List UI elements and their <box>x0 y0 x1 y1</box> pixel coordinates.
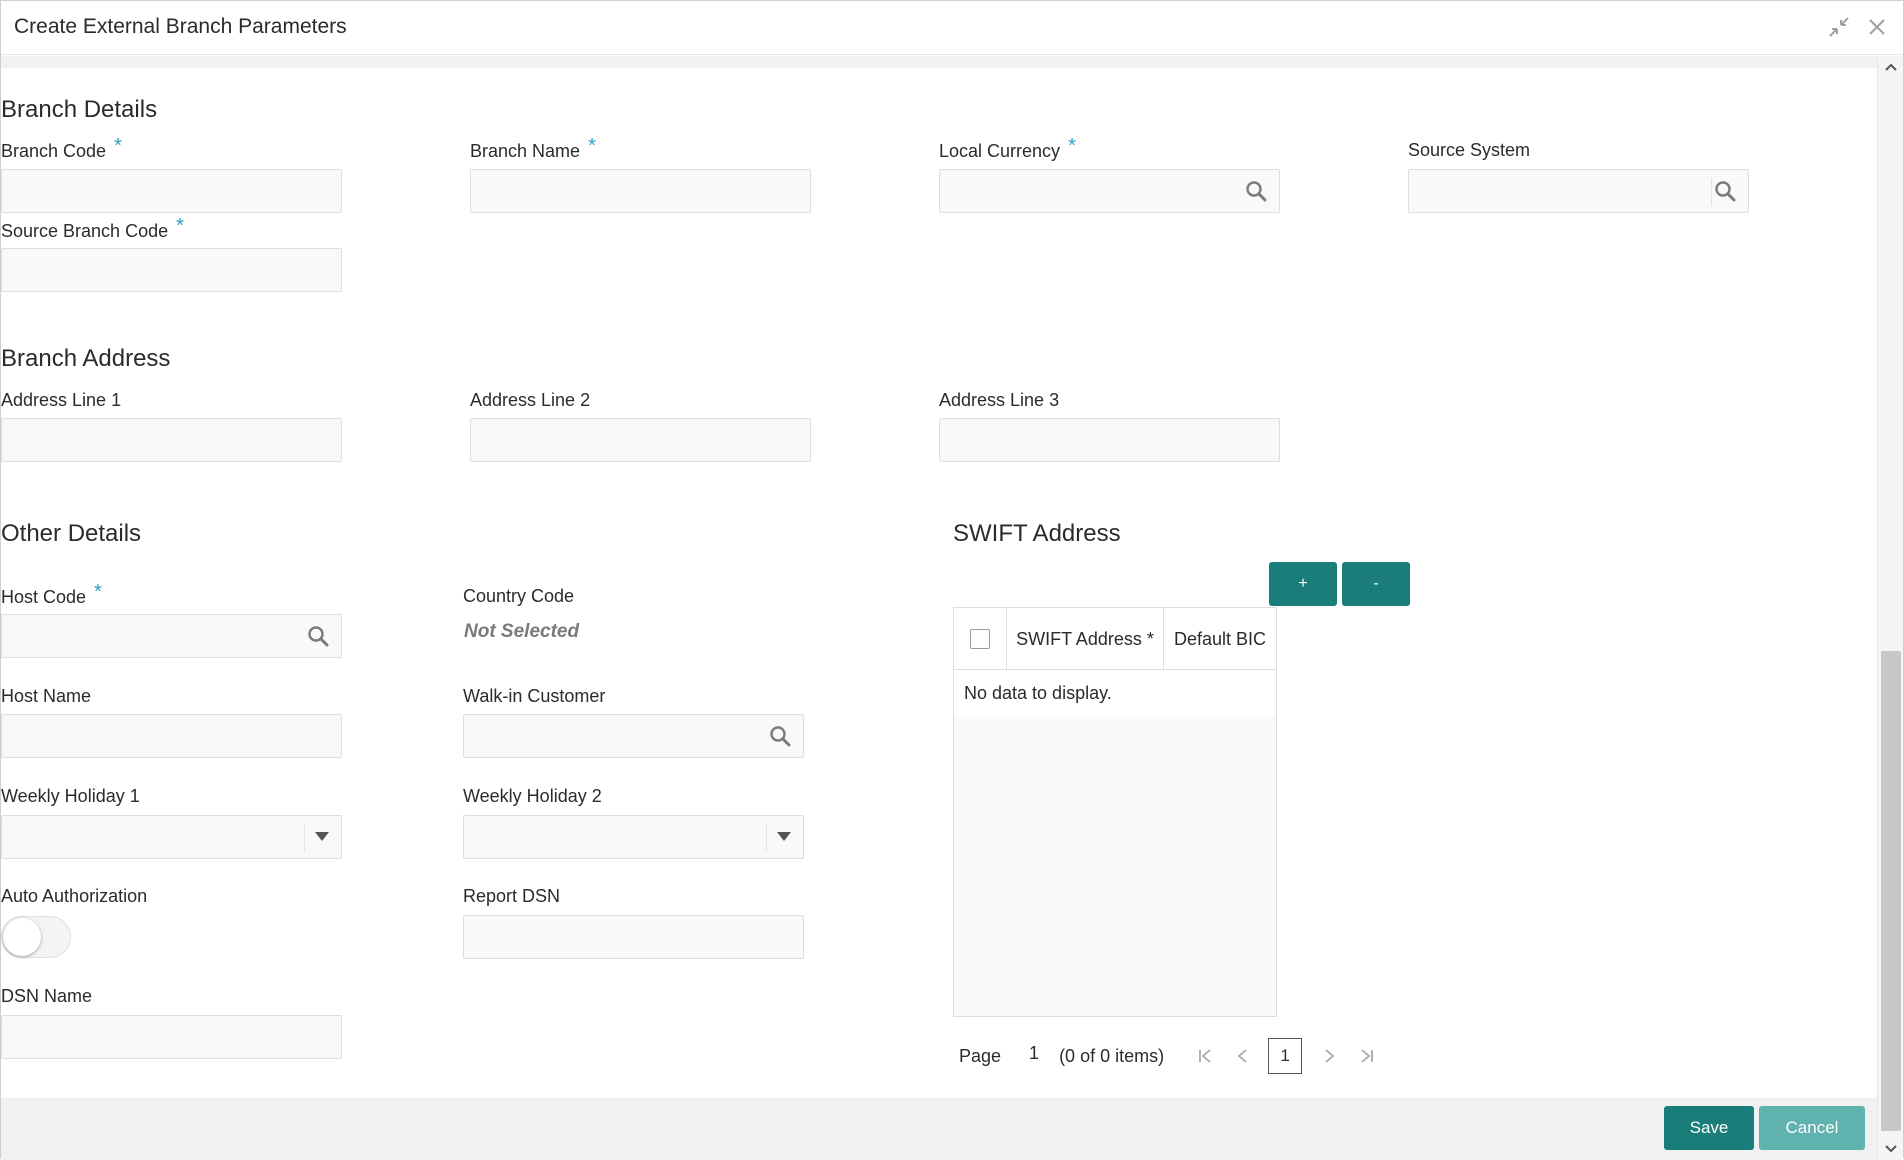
weekly-holiday1-label: Weekly Holiday 1 <box>1 786 140 806</box>
scroll-up-icon[interactable] <box>1878 56 1904 78</box>
auto-authorization-label: Auto Authorization <box>1 886 148 906</box>
required-mark: * <box>588 135 596 157</box>
local-currency-input[interactable] <box>939 169 1280 213</box>
swift-address-title: SWIFT Address <box>953 520 1121 547</box>
country-code-value: Not Selected <box>464 621 580 642</box>
header-strip <box>1 56 1877 68</box>
weekly-holiday2-label: Weekly Holiday 2 <box>463 786 602 806</box>
local-currency-label: Local Currency * <box>939 135 1076 163</box>
address-line1-input[interactable] <box>1 418 342 462</box>
search-icon[interactable] <box>769 725 791 747</box>
close-icon[interactable] <box>1865 15 1889 39</box>
select-all-cell <box>954 608 1007 670</box>
branch-address-title: Branch Address <box>1 345 171 372</box>
other-details-title: Other Details <box>1 520 142 547</box>
previous-page-icon[interactable] <box>1232 1045 1254 1067</box>
host-name-input[interactable] <box>1 714 342 758</box>
chevron-down-icon[interactable] <box>315 832 329 841</box>
source-branch-code-label-text: Source Branch Code <box>1 221 169 241</box>
swift-address-grid: SWIFT Address * Default BIC No data to d… <box>953 607 1277 1017</box>
search-icon[interactable] <box>1245 180 1267 202</box>
host-code-label-text: Host Code <box>1 587 87 607</box>
address-line3-input[interactable] <box>939 418 1280 462</box>
address-line3-label: Address Line 3 <box>939 390 1060 410</box>
search-icon[interactable] <box>307 625 329 647</box>
grid-pager: Page 1 (0 of 0 items) 1 <box>959 1036 1399 1076</box>
grid-body <box>954 717 1276 1016</box>
page-label: Page <box>959 1045 1002 1066</box>
title-bar: Create External Branch Parameters <box>1 1 1903 55</box>
chevron-down-icon[interactable] <box>777 832 791 841</box>
branch-name-input[interactable] <box>470 169 811 213</box>
last-page-icon[interactable] <box>1356 1045 1378 1067</box>
current-page-box[interactable]: 1 <box>1268 1038 1303 1074</box>
branch-code-label-text: Branch Code <box>1 141 107 161</box>
remove-row-button[interactable]: - <box>1342 562 1410 606</box>
first-page-icon[interactable] <box>1194 1045 1216 1067</box>
save-button[interactable]: Save <box>1664 1106 1754 1150</box>
branch-code-input[interactable] <box>1 169 342 213</box>
source-system-label: Source System <box>1408 140 1531 160</box>
required-mark: * <box>114 135 122 157</box>
dialog-title: Create External Branch Parameters <box>14 15 347 38</box>
next-page-icon[interactable] <box>1318 1045 1340 1067</box>
weekly-holiday2-select[interactable] <box>463 815 804 859</box>
required-mark: * <box>176 215 184 237</box>
report-dsn-input[interactable] <box>463 915 804 959</box>
grid-header: SWIFT Address * Default BIC <box>954 608 1276 670</box>
source-branch-code-input[interactable] <box>1 248 342 292</box>
walkin-customer-input[interactable] <box>463 714 804 758</box>
dialog-window: Create External Branch Parameters Branch… <box>0 0 1904 1160</box>
branch-name-label: Branch Name * <box>470 135 596 163</box>
address-line1-label: Address Line 1 <box>1 390 122 410</box>
select-all-checkbox[interactable] <box>970 629 990 649</box>
vertical-scrollbar[interactable] <box>1877 56 1903 1160</box>
add-row-button[interactable]: + <box>1269 562 1337 606</box>
required-mark: * <box>1068 135 1076 157</box>
address-line2-label: Address Line 2 <box>470 390 591 410</box>
local-currency-label-text: Local Currency <box>939 141 1061 161</box>
grid-empty-message: No data to display. <box>954 671 1276 717</box>
dialog-footer: Save Cancel <box>1 1098 1877 1160</box>
branch-code-label: Branch Code * <box>1 135 122 163</box>
select-divider <box>304 824 305 852</box>
search-icon[interactable] <box>1714 180 1736 202</box>
source-system-input[interactable] <box>1408 169 1749 213</box>
country-code-label: Country Code <box>463 586 575 606</box>
cancel-button[interactable]: Cancel <box>1759 1106 1865 1150</box>
branch-details-title: Branch Details <box>1 96 158 123</box>
required-mark: * <box>94 581 102 603</box>
page-number: 1 <box>1029 1042 1040 1063</box>
branch-name-label-text: Branch Name <box>470 141 581 161</box>
scrollbar-thumb[interactable] <box>1881 651 1901 1131</box>
scroll-down-icon[interactable] <box>1878 1138 1904 1160</box>
dsn-name-label: DSN Name <box>1 986 93 1006</box>
column-header-default-bic[interactable]: Default BIC <box>1164 608 1276 670</box>
toggle-knob <box>3 918 41 956</box>
source-branch-code-label: Source Branch Code * <box>1 215 184 243</box>
report-dsn-label: Report DSN <box>463 886 561 906</box>
input-divider <box>1711 178 1712 206</box>
dsn-name-input[interactable] <box>1 1015 342 1059</box>
items-count: (0 of 0 items) <box>1059 1045 1165 1066</box>
auto-authorization-toggle[interactable] <box>1 916 71 958</box>
address-line2-input[interactable] <box>470 418 811 462</box>
select-divider <box>766 824 767 852</box>
column-header-swift-address[interactable]: SWIFT Address * <box>1007 608 1164 670</box>
host-code-input[interactable] <box>1 614 342 658</box>
host-code-label: Host Code * <box>1 581 102 609</box>
weekly-holiday1-select[interactable] <box>1 815 342 859</box>
host-name-label: Host Name <box>1 686 92 706</box>
minimize-icon[interactable] <box>1827 15 1851 39</box>
form-content: Branch Details Branch Code * Branch Name *… <box>1 68 1877 1098</box>
walkin-customer-label: Walk-in Customer <box>463 686 606 706</box>
title-icons <box>1827 15 1889 39</box>
